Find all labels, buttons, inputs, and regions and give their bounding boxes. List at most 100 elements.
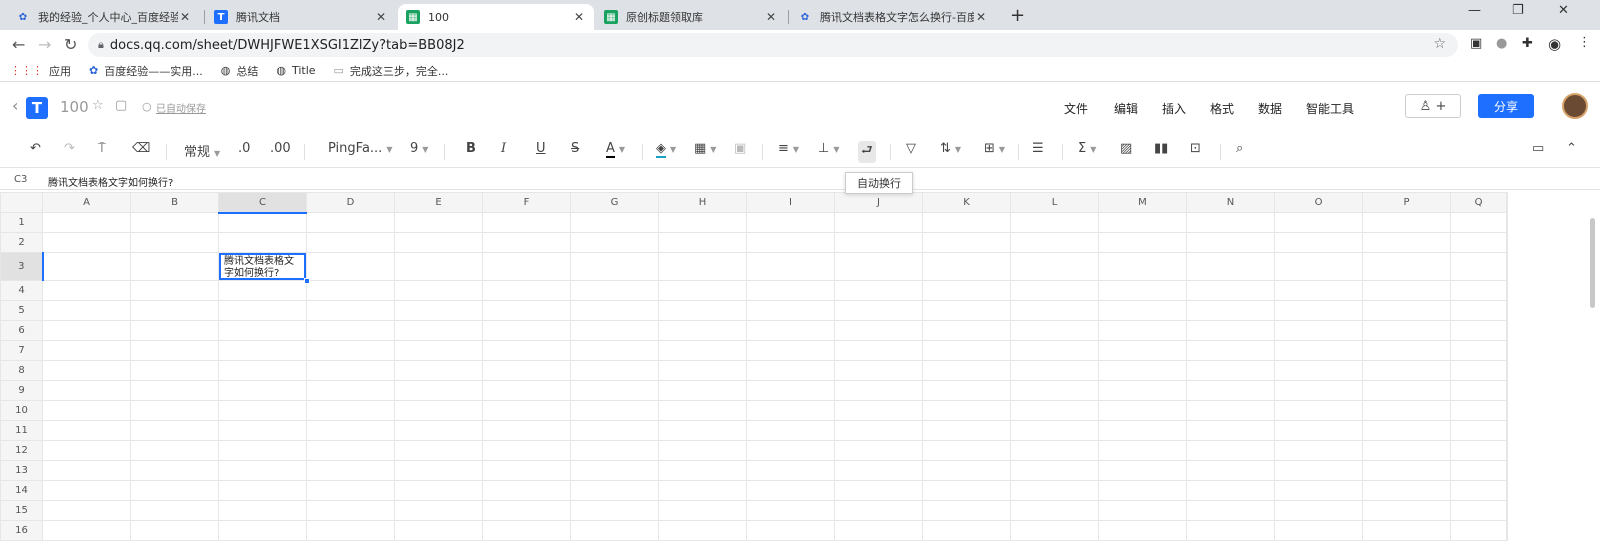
profile-icon[interactable]: ◉ (1548, 35, 1561, 53)
cell[interactable] (1506, 520, 1508, 541)
cell[interactable] (834, 252, 923, 281)
cell[interactable] (1506, 300, 1508, 321)
close-window-icon[interactable]: ✕ (1558, 3, 1569, 18)
clear-format-icon[interactable]: ⌫ (132, 141, 150, 156)
cell[interactable] (834, 480, 923, 501)
cell[interactable] (42, 400, 131, 421)
close-tab-icon[interactable]: ✕ (764, 10, 778, 24)
cell[interactable] (1450, 320, 1507, 341)
menu-insert[interactable]: 插入 (1162, 100, 1186, 117)
cell[interactable] (394, 320, 483, 341)
url-input[interactable]: 🔒︎ docs.qq.com/sheet/DWHJFWE1XSGI1ZlZy?t… (88, 33, 1458, 57)
cell[interactable] (1274, 480, 1363, 501)
cell[interactable] (218, 460, 307, 481)
chevron-left-icon[interactable]: ‹ (12, 96, 18, 115)
cell[interactable] (746, 280, 835, 301)
cell[interactable] (1362, 360, 1451, 381)
extension-icon[interactable]: ▣ (1470, 36, 1482, 51)
cell[interactable] (1186, 252, 1275, 281)
cell[interactable] (922, 520, 1011, 541)
cell[interactable] (1274, 420, 1363, 441)
cell[interactable] (482, 480, 571, 501)
close-tab-icon[interactable]: ✕ (572, 10, 586, 24)
cell-reference[interactable]: C3 (14, 174, 27, 185)
cell[interactable] (834, 460, 923, 481)
cell[interactable] (1362, 440, 1451, 461)
minimize-icon[interactable]: — (1468, 3, 1481, 18)
bookmark-three-steps[interactable]: ▭ 完成这三步，完全... (334, 63, 449, 79)
format-painter-icon[interactable]: ⍑ (98, 141, 106, 156)
cell[interactable] (746, 460, 835, 481)
browser-tab-1[interactable]: ✿ 我的经验_个人中心_百度经验 ✕ (8, 4, 200, 30)
cell[interactable] (218, 340, 307, 361)
column-header-f[interactable]: F (482, 192, 571, 213)
cell[interactable] (922, 280, 1011, 301)
cell[interactable] (394, 420, 483, 441)
cell[interactable] (130, 520, 219, 541)
cell[interactable] (1450, 440, 1507, 461)
cell[interactable] (1506, 460, 1508, 481)
cell[interactable] (570, 500, 659, 521)
cell[interactable] (306, 252, 395, 281)
cell[interactable] (1362, 252, 1451, 281)
cell[interactable] (1010, 400, 1099, 421)
browser-tab-5[interactable]: ✿ 腾讯文档表格文字怎么换行-百度 ✕ (790, 4, 996, 30)
cell[interactable] (130, 232, 219, 253)
cell[interactable] (42, 520, 131, 541)
cell[interactable] (834, 380, 923, 401)
cell[interactable] (394, 252, 483, 281)
cell[interactable] (1362, 320, 1451, 341)
cell[interactable] (1362, 420, 1451, 441)
comments-panel-icon[interactable]: ▭ (1532, 141, 1544, 156)
cell[interactable] (1274, 280, 1363, 301)
cell[interactable] (746, 360, 835, 381)
cell[interactable] (1506, 400, 1508, 421)
cell[interactable] (482, 440, 571, 461)
cell[interactable] (306, 400, 395, 421)
cell[interactable] (570, 520, 659, 541)
cell[interactable] (42, 320, 131, 341)
cell[interactable] (394, 400, 483, 421)
column-header-i[interactable]: I (746, 192, 835, 213)
cell[interactable] (218, 212, 307, 233)
cell[interactable] (218, 420, 307, 441)
cell[interactable] (1098, 400, 1187, 421)
row-header-15[interactable]: 15 (0, 500, 43, 521)
cell[interactable] (1010, 232, 1099, 253)
row-header-3[interactable]: 3 (0, 252, 44, 281)
cell[interactable] (746, 212, 835, 233)
cell[interactable] (658, 300, 747, 321)
cell[interactable] (42, 300, 131, 321)
cell[interactable] (482, 520, 571, 541)
row-header-5[interactable]: 5 (0, 300, 43, 321)
column-header-j[interactable]: J (834, 192, 923, 213)
star-icon[interactable]: ☆ (92, 98, 104, 113)
row-header-13[interactable]: 13 (0, 460, 43, 481)
cell[interactable] (570, 320, 659, 341)
bookmark-title[interactable]: ◍ Title (276, 64, 315, 77)
cell[interactable] (218, 480, 307, 501)
cell[interactable] (1274, 212, 1363, 233)
cell[interactable] (746, 420, 835, 441)
freeze-icon[interactable]: ⊞ ▼ (984, 141, 1005, 156)
cell[interactable] (1186, 440, 1275, 461)
cell[interactable] (306, 520, 395, 541)
cell[interactable] (834, 212, 923, 233)
cell[interactable] (1362, 300, 1451, 321)
cell[interactable] (1010, 212, 1099, 233)
cell[interactable] (1186, 500, 1275, 521)
forward-arrow-icon[interactable]: → (38, 35, 51, 54)
borders-icon[interactable]: ▦ ▼ (694, 141, 716, 156)
cell[interactable] (1098, 280, 1187, 301)
cell[interactable] (130, 400, 219, 421)
cell[interactable] (482, 212, 571, 233)
cell[interactable] (922, 232, 1011, 253)
sum-icon[interactable]: Σ ▼ (1078, 141, 1096, 156)
cell[interactable] (1450, 520, 1507, 541)
cell[interactable] (1274, 400, 1363, 421)
row-header-10[interactable]: 10 (0, 400, 43, 421)
cell[interactable] (746, 340, 835, 361)
cell[interactable] (922, 420, 1011, 441)
share-button[interactable]: 分享 (1478, 94, 1534, 118)
cell[interactable] (1450, 500, 1507, 521)
